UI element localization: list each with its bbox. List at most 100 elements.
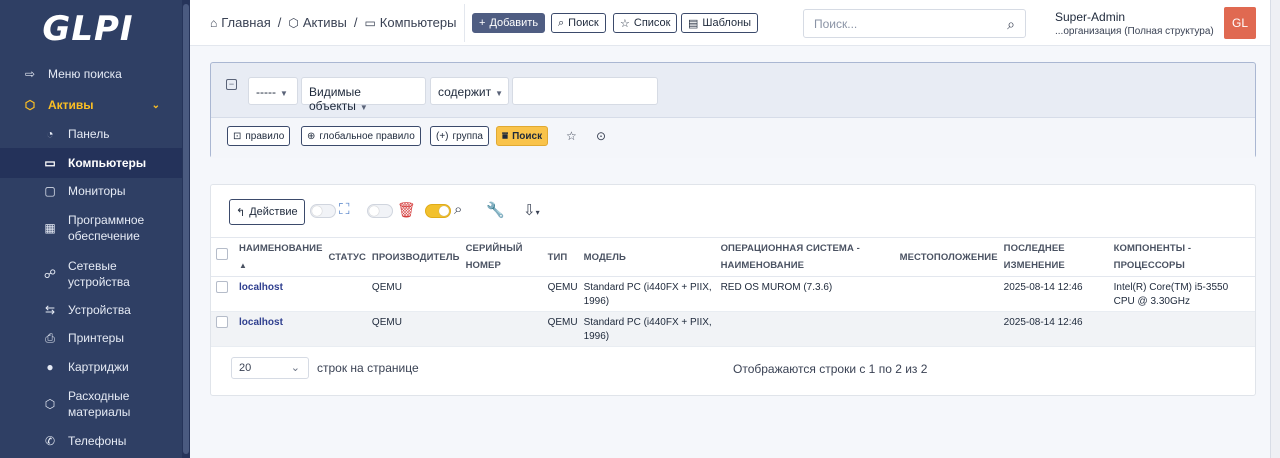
massive-action-button[interactable]: ↰ Действие [229, 199, 305, 225]
user-name[interactable]: Super-Admin [1055, 10, 1125, 24]
sidebar-item-label: Мониторы [68, 184, 126, 198]
reset-circle-icon[interactable]: ⊙ [596, 129, 606, 143]
results-panel: ↰ Действие ⛶ 🗑 ⌕ 🔧 ⇩▾ НАИМЕНОВАНИЕ ▲ СТАТ… [210, 184, 1256, 396]
sidebar-item-label: Сетевые устройства [68, 259, 130, 289]
status-cell [325, 311, 369, 347]
user-entity[interactable]: ...организация (Полная структура) [1055, 26, 1214, 37]
add-rule-button[interactable]: ⊡ правило [227, 126, 291, 146]
type-cell: QEMU [544, 276, 581, 312]
sidebar-item-label: Компьютеры [68, 156, 147, 170]
star-icon[interactable]: ☆ [566, 129, 577, 143]
search-button[interactable]: ⌕ Поиск [551, 13, 606, 33]
corner-arrow-icon: ↰ [236, 206, 246, 219]
column-header[interactable]: ПОСЛЕДНЕЕ ИЗМЕНЕНИЕ [1000, 237, 1111, 277]
top-header: ⌂ Главная / ⬡ Активы / ▭ Компьютеры + До… [190, 0, 1280, 46]
location-cell [896, 311, 1001, 347]
row-checkbox[interactable] [216, 281, 228, 293]
search-icon[interactable]: ⌕ [1007, 16, 1015, 33]
sidebar-item-cartridges[interactable]: ● Картриджи [0, 358, 182, 376]
sidebar-item-phones[interactable]: ✆ Телефоны [0, 432, 182, 450]
avatar[interactable]: GL [1224, 7, 1256, 39]
breadcrumb-computers[interactable]: Компьютеры [380, 15, 457, 30]
modified-cell: 2025-08-14 12:46 [1000, 276, 1111, 312]
cpu-cell: Intel(R) Core(TM) i5-3550 CPU @ 3.30GHz [1110, 276, 1255, 312]
page-size-value: 20 [239, 362, 252, 374]
sidebar-scrollbar[interactable] [182, 0, 190, 458]
sidebar-item-assets[interactable]: ⬡ Активы ⌄ [0, 97, 182, 113]
collapse-toggle-icon[interactable]: − [226, 79, 237, 90]
export-icon[interactable]: ⇩▾ [523, 201, 540, 219]
criteria-field-select[interactable]: Видимые объекты ▼ [301, 77, 426, 113]
sidebar: GLPI ⇨ Меню поиска ⬡ Активы ⌄ ◔ Панель ▭… [0, 0, 190, 458]
list-button[interactable]: ☆ Список [613, 13, 678, 33]
page-scrollbar[interactable] [1270, 0, 1280, 458]
sidebar-item-search-menu[interactable]: ⇨ Меню поиска [0, 66, 182, 82]
page-size-select[interactable]: 20 ⌄ [231, 357, 309, 379]
column-header[interactable]: ПРОИЗВОДИТЕЛЬ [368, 237, 463, 277]
sidebar-item-monitors[interactable]: ▢ Мониторы [0, 182, 182, 200]
add-group-label: группа [452, 130, 484, 142]
massive-action-label: Действие [249, 206, 298, 218]
map-toggle[interactable] [310, 204, 336, 218]
select-all-cell [211, 237, 236, 277]
braces-icon: (+) [436, 130, 449, 142]
add-button[interactable]: + Добавить [472, 13, 546, 33]
status-cell [325, 276, 369, 312]
column-header[interactable]: СЕРИЙНЫЙ НОМЕР [462, 237, 545, 277]
search-button-label: Поиск [568, 17, 599, 29]
sort-ascending-icon: ▲ [239, 261, 248, 270]
square-plus-icon: ⊡ [233, 130, 242, 142]
sidebar-item-consumables[interactable]: ⬡ Расходные материалы [0, 387, 182, 421]
criteria-operator-select[interactable]: содержит ▼ [430, 77, 509, 105]
sidebar-item-software[interactable]: ▦ Программное обеспечение [0, 211, 182, 245]
monitor-icon: ▢ [44, 184, 56, 198]
item-link[interactable]: localhost [239, 317, 283, 328]
scrollbar-thumb[interactable] [183, 4, 189, 454]
sidebar-item-computers[interactable]: ▭ Компьютеры [0, 148, 182, 178]
column-header[interactable]: ОПЕРАЦИОННАЯ СИСТЕМА - НАИМЕНОВАНИЕ [717, 237, 897, 277]
column-header[interactable]: СТАТУС [325, 237, 369, 277]
sidebar-item-network[interactable]: ☍ Сетевые устройства [0, 257, 182, 291]
glpi-logo[interactable]: GLPI [0, 0, 190, 58]
breadcrumb-home[interactable]: Главная [221, 15, 270, 30]
results-table: НАИМЕНОВАНИЕ ▲ СТАТУС ПРОИЗВОДИТЕЛЬ СЕРИЙ… [211, 237, 1255, 347]
column-header[interactable]: МОДЕЛЬ [580, 237, 718, 277]
manufacturer-cell: QEMU [368, 311, 463, 347]
breadcrumb-assets[interactable]: Активы [303, 15, 347, 30]
select-all-checkbox[interactable] [216, 248, 228, 260]
row-select-cell [211, 276, 236, 312]
criteria-link-select[interactable]: ----- ▼ [248, 77, 298, 105]
page-size-label: строк на странице [317, 361, 419, 375]
chevron-down-icon: ⌄ [290, 362, 300, 374]
column-header[interactable]: МЕСТОПОЛОЖЕНИЕ [896, 237, 1001, 277]
run-search-label: Поиск [512, 130, 543, 142]
criteria-value-input[interactable] [512, 77, 658, 105]
droplet-icon: ● [46, 360, 54, 374]
serial-cell [462, 311, 545, 347]
criteria-row: − ----- ▼ Видимые объекты ▼ содержит ▼ [211, 63, 1255, 117]
template-icon: ▤ [688, 17, 699, 30]
sidebar-item-label: Меню поиска [48, 67, 122, 81]
search-toggle[interactable] [425, 204, 451, 218]
trash-toggle[interactable] [367, 204, 393, 218]
run-search-button[interactable]: ⩸ Поиск [496, 126, 549, 146]
sidebar-item-devices[interactable]: ⇆ Устройства [0, 301, 182, 319]
search-placeholder: Поиск... [814, 17, 858, 31]
circle-plus-icon: ⊕ [307, 130, 316, 142]
add-group-button[interactable]: (+) группа [430, 126, 489, 146]
column-header[interactable]: ТИП [544, 237, 581, 277]
wrench-icon[interactable]: 🔧 [486, 201, 505, 219]
row-checkbox[interactable] [216, 316, 228, 328]
add-global-rule-button[interactable]: ⊕ глобальное правило [301, 126, 421, 146]
search-icon: ⌕ [558, 16, 565, 29]
item-link[interactable]: localhost [239, 282, 283, 293]
global-search-input[interactable]: Поиск... ⌕ [803, 9, 1026, 38]
usb-icon: ⇆ [44, 303, 56, 317]
table-header-row: НАИМЕНОВАНИЕ ▲ СТАТУС ПРОИЗВОДИТЕЛЬ СЕРИЙ… [211, 237, 1255, 277]
sidebar-item-dashboard[interactable]: ◔ Панель [0, 125, 182, 143]
column-header[interactable]: КОМПОНЕНТЫ - ПРОЦЕССОРЫ [1110, 237, 1255, 277]
templates-button[interactable]: ▤ Шаблоны [681, 13, 759, 33]
column-header[interactable]: НАИМЕНОВАНИЕ ▲ [236, 237, 326, 277]
sidebar-item-printers[interactable]: ⎙ Принтеры [0, 329, 182, 347]
templates-button-label: Шаблоны [702, 17, 752, 29]
